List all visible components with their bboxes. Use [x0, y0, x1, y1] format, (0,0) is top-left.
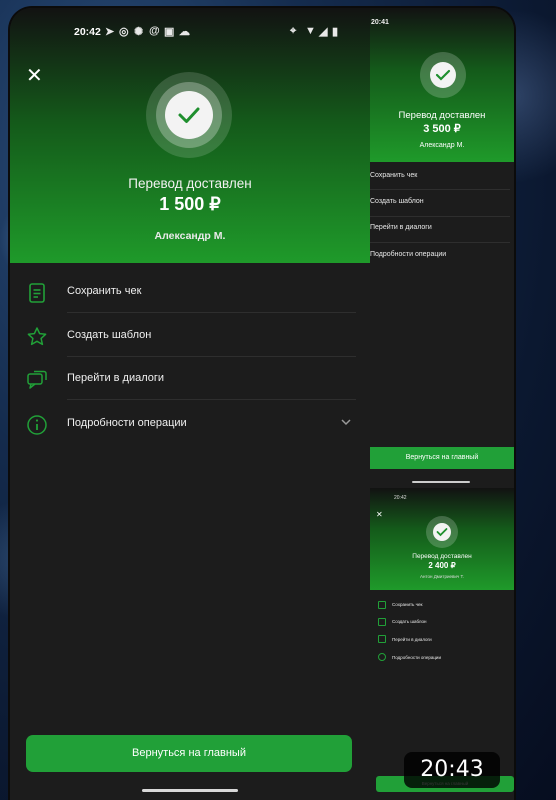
receipt-icon	[378, 601, 386, 609]
close-icon: ✕	[376, 510, 383, 519]
side-home-button: Вернуться на главный	[370, 447, 514, 469]
star-badge-icon	[27, 327, 47, 346]
signal-icon: ◢	[319, 26, 328, 38]
gesture-bar	[142, 789, 238, 792]
instagram-icon: ▣	[164, 26, 175, 38]
side-status-title: Перевод доставлен	[412, 553, 472, 560]
menu-item-label: Сохранить чек	[67, 285, 142, 297]
menu-item-label: Подробности операции	[67, 417, 187, 429]
divider	[370, 216, 510, 217]
telegram-icon: ➤	[105, 26, 115, 38]
status-time: 20:42	[74, 26, 101, 38]
side-menu-item: Создать шаблон	[392, 619, 427, 624]
star-badge-icon	[378, 618, 386, 626]
save-receipt-item[interactable]: Сохранить чек	[10, 271, 370, 313]
create-template-item[interactable]: Создать шаблон	[10, 315, 370, 357]
side-menu-item: Подробности операции	[370, 251, 447, 258]
side-menu-item: Подробности операции	[392, 655, 441, 660]
recipient-name: Александр М.	[154, 230, 226, 242]
side-amount: 3 500 ₽	[423, 123, 461, 135]
whatsapp-icon: ◎	[119, 26, 129, 38]
side-menu-item: Создать шаблон	[370, 198, 424, 205]
divider	[370, 189, 510, 190]
divider	[67, 399, 356, 400]
operation-details-item[interactable]: Подробности операции	[10, 403, 370, 445]
cloud-icon: ☁	[179, 26, 190, 38]
status-bar: 20:42 ➤ ◎ ✺ @ ▣ ☁ ⌖ ▼ ◢ ▮	[10, 25, 370, 41]
side-status-time: 20:42	[394, 495, 407, 501]
app-icon: ✺	[134, 26, 144, 38]
battery-icon: ▮	[332, 26, 339, 38]
close-icon[interactable]: ✕	[26, 66, 43, 86]
side-check-icon	[420, 52, 466, 98]
side-recipient: Александр М.	[419, 142, 465, 149]
side-menu-item: Сохранить чек	[392, 602, 423, 607]
threads-icon: @	[149, 25, 160, 37]
side-recipient: Антон Дмитриевич Т.	[420, 574, 464, 579]
side-amount: 2 400 ₽	[428, 561, 456, 570]
info-icon	[27, 415, 47, 435]
receipt-icon	[29, 283, 45, 303]
chevron-down-icon[interactable]	[340, 416, 352, 428]
location-icon: ⌖	[290, 25, 297, 37]
transfer-status-title: Перевод доставлен	[128, 176, 252, 191]
side-menu-item: Перейти в диалоги	[392, 637, 432, 642]
side-screenshot-top: 20:41 Перевод доставлен 3 500 ₽ Александ…	[370, 8, 514, 488]
success-check-icon	[146, 72, 232, 158]
side-menu-item: Сохранить чек	[370, 172, 418, 179]
side-success-header: 20:42 ✕ Перевод доставлен 2 400 ₽ Антон …	[370, 488, 514, 590]
divider	[370, 242, 510, 243]
overlay-clock: 20:43	[404, 752, 500, 788]
side-status-title: Перевод доставлен	[398, 110, 486, 121]
main-screen: 20:42 ➤ ◎ ✺ @ ▣ ☁ ⌖ ▼ ◢ ▮ ✕ Перевод дост…	[10, 8, 370, 800]
side-success-header: 20:41 Перевод доставлен 3 500 ₽ Александ…	[370, 8, 514, 162]
return-home-button[interactable]: Вернуться на главный	[26, 735, 352, 772]
info-icon	[378, 653, 386, 661]
divider	[67, 312, 356, 313]
chat-icon	[378, 635, 386, 643]
gesture-bar	[412, 481, 470, 483]
side-menu-item: Перейти в диалоги	[370, 224, 432, 231]
chat-icon	[27, 370, 47, 389]
success-header: 20:42 ➤ ◎ ✺ @ ▣ ☁ ⌖ ▼ ◢ ▮ ✕ Перевод дост…	[10, 8, 370, 263]
side-check-icon	[426, 516, 458, 548]
go-to-dialogs-item[interactable]: Перейти в диалоги	[10, 358, 370, 400]
menu-item-label: Создать шаблон	[67, 329, 152, 341]
divider	[67, 356, 356, 357]
phone-frame: 20:42 ➤ ◎ ✺ @ ▣ ☁ ⌖ ▼ ◢ ▮ ✕ Перевод дост…	[10, 8, 514, 800]
transfer-amount: 1 500 ₽	[159, 194, 221, 214]
wifi-icon: ▼	[305, 25, 316, 37]
menu-item-label: Перейти в диалоги	[67, 372, 165, 384]
side-status-time: 20:41	[371, 19, 389, 26]
